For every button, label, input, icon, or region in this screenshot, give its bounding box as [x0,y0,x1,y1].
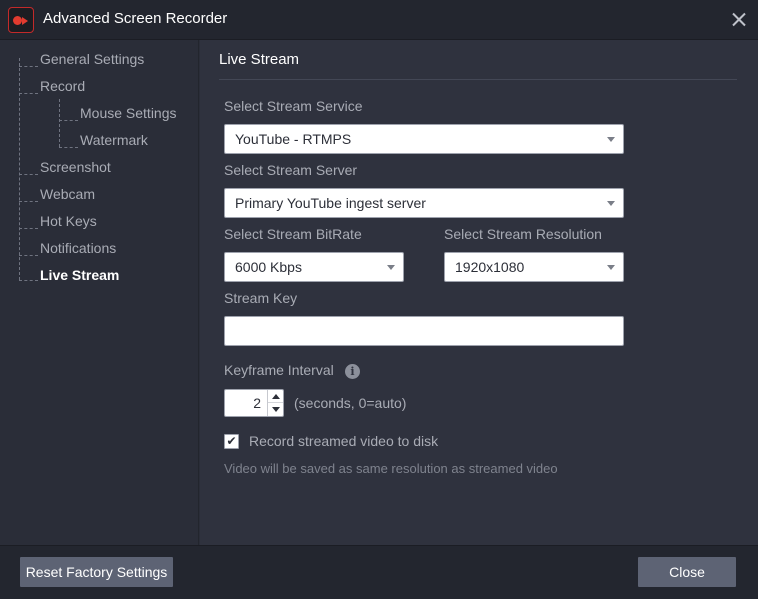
tree-branch [19,174,38,175]
info-icon[interactable]: i [345,364,360,379]
footer-bar: Reset Factory Settings Close [0,545,758,599]
reset-factory-settings-button[interactable]: Reset Factory Settings [20,557,173,587]
tree-branch [19,228,38,229]
chevron-down-icon [607,201,615,206]
chevron-down-icon [607,265,615,270]
record-hint-text: Video will be saved as same resolution a… [224,461,558,476]
tree-branch [19,66,38,67]
sidebar-item-webcam[interactable]: Webcam [40,186,95,202]
page-title: Live Stream [219,51,300,68]
tree-line [59,99,60,147]
stream-service-value: YouTube - RTMPS [235,131,352,147]
divider [219,79,737,80]
chevron-down-icon [607,137,615,142]
chevron-down-icon [387,265,395,270]
keyframe-stepper[interactable]: 2 [224,389,284,417]
sidebar-item-record[interactable]: Record [40,78,85,94]
tree-branch [59,147,78,148]
increment-button[interactable] [268,390,283,403]
stream-key-label: Stream Key [224,290,298,306]
title-bar: Advanced Screen Recorder [0,0,758,40]
sidebar-item-notifications[interactable]: Notifications [40,240,116,256]
app-logo-icon [8,7,34,33]
tree-branch [19,93,38,94]
stream-service-label: Select Stream Service [224,98,363,114]
sidebar-item-live-stream[interactable]: Live Stream [40,267,119,283]
resolution-label: Select Stream Resolution [444,226,602,242]
sidebar-item-watermark[interactable]: Watermark [80,132,148,148]
bitrate-label: Select Stream BitRate [224,226,362,242]
bitrate-select[interactable]: 6000 Kbps [224,252,404,282]
window-title: Advanced Screen Recorder [43,10,228,27]
record-to-disk-checkbox[interactable]: ✔ [224,434,239,449]
resolution-select[interactable]: 1920x1080 [444,252,624,282]
decrement-button[interactable] [268,403,283,416]
keyframe-label: Keyframe Interval [224,362,334,378]
stream-server-select[interactable]: Primary YouTube ingest server [224,188,624,218]
settings-sidebar: General Settings Record Mouse Settings W… [0,40,199,545]
live-stream-panel: Live Stream Select Stream Service YouTub… [200,40,758,545]
tree-branch [59,120,78,121]
stream-server-value: Primary YouTube ingest server [235,195,426,211]
tree-branch [19,201,38,202]
stepper-buttons [267,390,283,416]
stream-key-input[interactable] [224,316,624,346]
tree-branch [19,255,38,256]
sidebar-item-screenshot[interactable]: Screenshot [40,159,111,175]
resolution-value: 1920x1080 [455,259,525,275]
close-button[interactable]: Close [638,557,736,587]
record-to-disk-label[interactable]: Record streamed video to disk [249,433,438,449]
tree-branch [19,280,38,281]
sidebar-item-mouse-settings[interactable]: Mouse Settings [80,105,177,121]
sidebar-item-hot-keys[interactable]: Hot Keys [40,213,97,229]
stream-service-select[interactable]: YouTube - RTMPS [224,124,624,154]
bitrate-value: 6000 Kbps [235,259,302,275]
keyframe-unit-label: (seconds, 0=auto) [294,395,407,411]
tree-line [19,58,20,280]
close-icon[interactable] [730,10,748,28]
stream-server-label: Select Stream Server [224,162,358,178]
sidebar-item-general-settings[interactable]: General Settings [40,51,144,67]
keyframe-value: 2 [253,395,261,411]
